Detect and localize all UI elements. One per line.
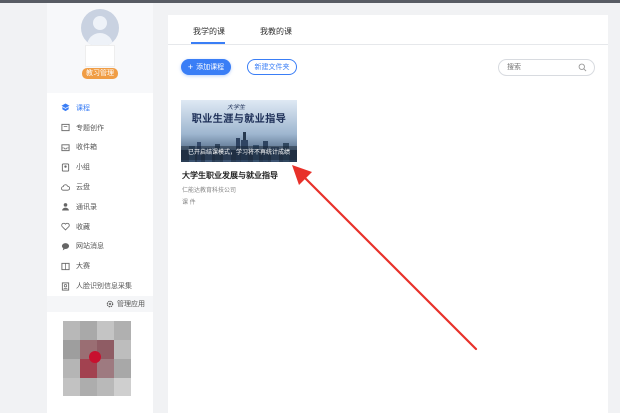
sidebar-item-inbox[interactable]: 收件箱: [47, 138, 153, 158]
sidebar-item-label: 通讯录: [76, 203, 97, 211]
course-tabs: 我学的课 我教的课: [168, 15, 608, 45]
new-folder-button[interactable]: 新建文件夹: [247, 59, 297, 75]
course-cover-image[interactable]: 大学生 职业生涯与就业指导 已开启结课模式，学习将不再统计成绩: [181, 100, 297, 162]
group-icon: [61, 163, 70, 172]
avatar-frame: [85, 45, 115, 67]
sidebar-item-label: 云盘: [76, 184, 90, 192]
add-course-button[interactable]: + 添加课程: [181, 59, 231, 75]
sidebar-item-contest[interactable]: 大赛: [47, 256, 153, 276]
main-panel: 我学的课 我教的课 + 添加课程 新建文件夹 大学生 职业生涯与就业指导: [168, 15, 608, 413]
sidebar-item-course[interactable]: 课程: [47, 98, 153, 118]
tab-my-teaching[interactable]: 我教的课: [260, 26, 292, 37]
plus-icon: +: [187, 62, 194, 72]
sidebar-item-label: 人脸识别信息采集: [76, 283, 132, 291]
course-type: 课 件: [182, 200, 196, 206]
gear-icon: [106, 300, 114, 308]
course-card[interactable]: 大学生 职业生涯与就业指导 已开启结课模式，学习将不再统计成绩 大学生职业发展与…: [181, 100, 297, 210]
sidebar-item-group[interactable]: 小组: [47, 157, 153, 177]
sidebar-item-label: 小组: [76, 164, 90, 172]
sidebar-item-label: 专题创作: [76, 124, 104, 132]
favorite-icon: [61, 223, 70, 231]
course-icon: [61, 103, 70, 112]
sidebar-item-face-id[interactable]: 人脸识别信息采集: [47, 276, 153, 296]
message-icon: [61, 243, 70, 251]
sidebar-item-topic[interactable]: 专题创作: [47, 118, 153, 138]
sidebar-item-contacts[interactable]: 通讯录: [47, 197, 153, 217]
inbox-icon: [61, 144, 70, 152]
course-status-banner: 已开启结课模式，学习将不再统计成绩: [181, 146, 297, 160]
blurred-qr-code-image: [63, 321, 131, 396]
tab-my-learning[interactable]: 我学的课: [193, 26, 225, 37]
sidebar-item-label: 收件箱: [76, 144, 97, 152]
contacts-icon: [62, 203, 69, 211]
profile-panel: 教习管理: [47, 3, 153, 93]
topic-icon: [61, 124, 70, 132]
new-folder-label: 新建文件夹: [254, 64, 290, 71]
sidebar-item-label: 网站消息: [76, 243, 104, 251]
cover-title-text: 职业生涯与就业指导: [191, 114, 287, 125]
contest-icon: [61, 262, 70, 270]
manage-apps-button[interactable]: 管理应用: [47, 296, 153, 312]
sidebar-item-label: 收藏: [76, 223, 90, 231]
sidebar-item-cloud[interactable]: 云盘: [47, 177, 153, 197]
active-tab-indicator: [191, 42, 225, 44]
avatar[interactable]: [81, 9, 119, 47]
role-badge[interactable]: 教习管理: [82, 68, 118, 79]
search-icon[interactable]: [578, 63, 587, 72]
manage-apps-label: 管理应用: [117, 301, 145, 308]
sidebar: 教习管理 课程 专题创作 收件箱 小组 云盘 通讯录 收藏 网站消息 大赛 人脸…: [47, 3, 153, 413]
cloud-icon: [61, 183, 70, 191]
sidebar-nav: 课程 专题创作 收件箱 小组 云盘 通讯录 收藏 网站消息 大赛 人脸识别信息采…: [47, 98, 153, 296]
course-title[interactable]: 大学生职业发展与就业指导: [182, 170, 278, 181]
sidebar-item-label: 课程: [76, 104, 90, 112]
sidebar-item-favorite[interactable]: 收藏: [47, 217, 153, 237]
course-organization: 仁能达教育科技公司: [182, 188, 237, 194]
sidebar-item-label: 大赛: [76, 263, 90, 271]
add-course-label: 添加课程: [196, 64, 225, 71]
face-id-icon: [61, 282, 70, 291]
sidebar-item-message[interactable]: 网站消息: [47, 237, 153, 257]
